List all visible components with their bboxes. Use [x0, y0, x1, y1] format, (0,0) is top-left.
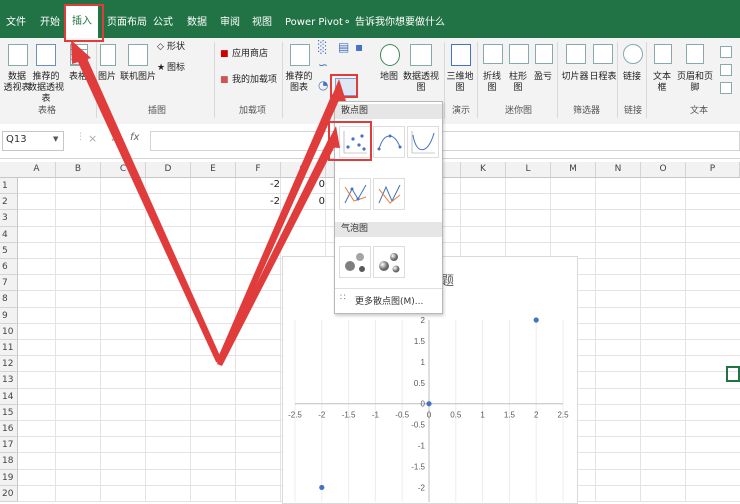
arrow-to-insert-tab [77, 56, 221, 362]
arrow-to-scatter-option [217, 140, 336, 366]
arrow-to-scatter-button [216, 94, 340, 364]
arrowhead-scatter-option [325, 126, 340, 148]
annotation-arrows [71, 40, 346, 366]
arrowhead-scatter-button [330, 79, 346, 101]
arrowhead-insert-tab [71, 40, 91, 64]
